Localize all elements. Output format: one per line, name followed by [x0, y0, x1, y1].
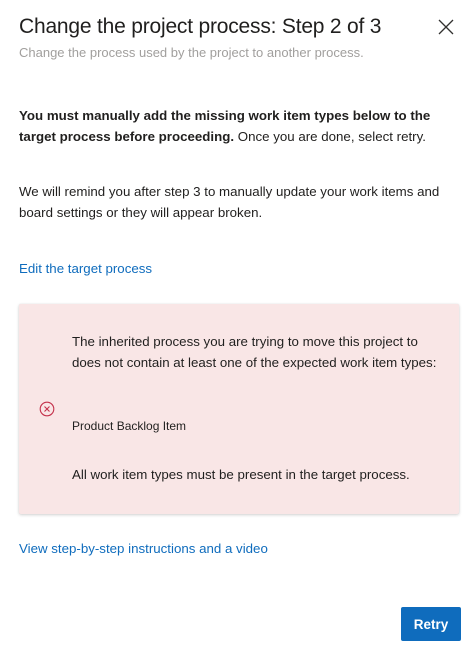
- dialog-subtitle: Change the process used by the project t…: [19, 45, 364, 60]
- error-message: The inherited process you are trying to …: [72, 334, 437, 370]
- close-icon: [438, 19, 454, 35]
- retry-button[interactable]: Retry: [401, 607, 461, 641]
- missing-types-instruction: You must manually add the missing work i…: [19, 105, 459, 147]
- edit-target-process-link[interactable]: Edit the target process: [19, 261, 152, 276]
- close-button[interactable]: [432, 13, 460, 41]
- instruction-normal: Once you are done, select retry.: [234, 129, 426, 144]
- missing-work-item-type: Product Backlog Item: [72, 419, 187, 433]
- reminder-text: We will remind you after step 3 to manua…: [19, 184, 440, 220]
- error-message-box: The inherited process you are trying to …: [19, 304, 459, 514]
- error-footer: All work item types must be present in t…: [72, 467, 410, 482]
- instructions-video-link[interactable]: View step-by-step instructions and a vid…: [19, 541, 268, 556]
- error-circle-icon: [39, 401, 55, 417]
- dialog-title: Change the project process: Step 2 of 3: [19, 15, 382, 38]
- change-process-dialog: Change the project process: Step 2 of 3 …: [0, 0, 475, 655]
